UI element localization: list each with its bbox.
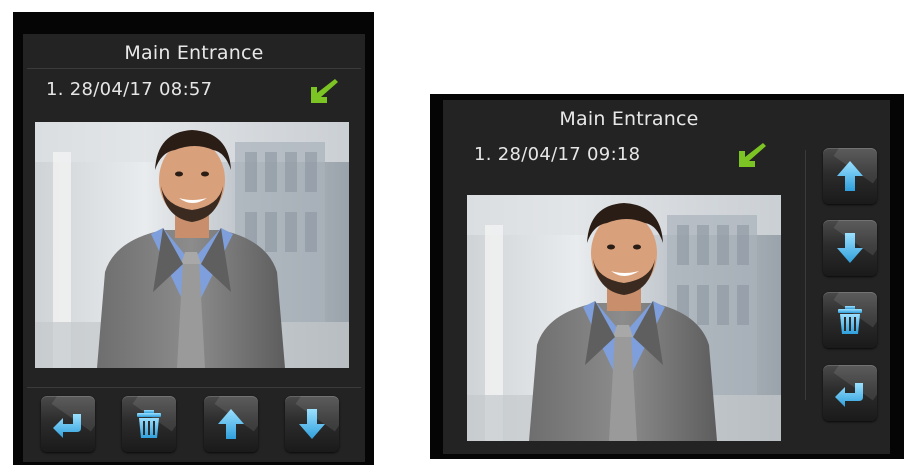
scroll-up-button[interactable]	[823, 148, 877, 204]
right-intercom-panel: Main Entrance 1. 28/04/17 09:18	[430, 94, 904, 459]
call-record-entry[interactable]: 1. 28/04/17 09:18	[474, 144, 640, 165]
right-screen: Main Entrance 1. 28/04/17 09:18	[443, 100, 890, 454]
title-divider	[27, 68, 361, 69]
left-intercom-panel: Main Entrance 1. 28/04/17 08:57	[13, 12, 374, 465]
controls-divider	[27, 387, 361, 388]
entrance-title: Main Entrance	[559, 108, 699, 130]
trash-icon	[838, 306, 862, 334]
arrow-up-icon	[218, 409, 244, 439]
arrow-down-icon	[837, 233, 863, 263]
back-icon	[53, 414, 81, 438]
delete-button[interactable]	[823, 292, 877, 348]
call-record-entry[interactable]: 1. 28/04/17 08:57	[46, 79, 212, 100]
visitor-snapshot	[467, 195, 781, 441]
incoming-arrow-icon	[735, 140, 767, 174]
arrow-down-icon	[299, 409, 325, 439]
back-button[interactable]	[823, 365, 877, 421]
delete-button[interactable]	[122, 396, 176, 452]
back-button[interactable]	[41, 396, 95, 452]
back-icon	[835, 383, 863, 407]
arrow-up-icon	[837, 161, 863, 191]
scroll-down-button[interactable]	[823, 220, 877, 276]
left-screen: Main Entrance 1. 28/04/17 08:57	[23, 34, 365, 462]
entrance-title: Main Entrance	[124, 42, 264, 64]
controls-divider	[805, 150, 806, 400]
visitor-snapshot	[35, 122, 349, 368]
scroll-up-button[interactable]	[204, 396, 258, 452]
trash-icon	[137, 410, 161, 438]
scroll-down-button[interactable]	[285, 396, 339, 452]
incoming-arrow-icon	[307, 76, 339, 110]
